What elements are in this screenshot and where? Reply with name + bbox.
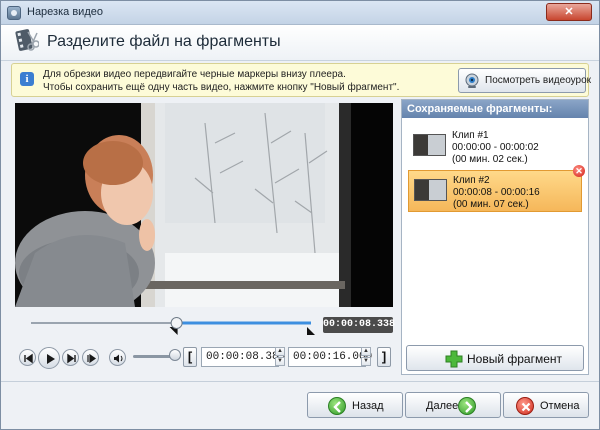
set-end-marker-button[interactable]: ] xyxy=(377,347,391,367)
watch-tutorial-button[interactable]: Посмотреть видеоурок xyxy=(458,68,591,93)
info-icon: i xyxy=(20,72,34,86)
start-time-spinner[interactable]: ▲ ▼ xyxy=(275,347,285,367)
clip-name: Клип #1 xyxy=(452,130,489,141)
delete-clip-icon[interactable]: ✕ xyxy=(573,165,585,177)
skip-forward-button[interactable] xyxy=(62,349,79,366)
end-time-field[interactable]: 00:00:16.000 xyxy=(288,347,372,367)
page-title: Разделите файл на фрагменты xyxy=(47,33,281,50)
film-scissors-icon xyxy=(15,29,39,51)
cancel-button-label: Отмена xyxy=(540,400,580,412)
clip-thumbnail xyxy=(413,134,446,156)
frame-step-button[interactable] xyxy=(82,349,99,366)
frame-step-icon xyxy=(87,353,97,364)
arrow-right-icon xyxy=(458,397,476,415)
close-window-button[interactable]: ✕ xyxy=(546,3,592,21)
skip-back-button[interactable] xyxy=(19,349,36,366)
spinner-up-icon[interactable]: ▲ xyxy=(361,347,371,356)
end-time-spinner[interactable]: ▲ ▼ xyxy=(361,347,371,367)
plus-icon xyxy=(445,350,463,368)
clip-duration: (00 мин. 02 сек.) xyxy=(452,154,528,165)
saved-fragments-panel: Сохраняемые фрагменты: Клип #1 00:00:00 … xyxy=(401,99,589,375)
fragment-list-item-selected[interactable]: Клип #2 00:00:08 - 00:00:16 (00 мин. 07 … xyxy=(408,170,582,212)
play-button[interactable] xyxy=(38,347,60,369)
hint-text-line-1: Для обрезки видео передвигайте черные ма… xyxy=(43,69,346,80)
title-bar: Нарезка видео ✕ xyxy=(1,1,599,25)
fragment-list-item[interactable]: Клип #1 00:00:00 - 00:00:02 (00 мин. 02 … xyxy=(408,126,582,168)
new-fragment-button[interactable]: Новый фрагмент xyxy=(406,345,584,371)
set-start-marker-button[interactable]: [ xyxy=(183,347,197,367)
tutorial-button-label: Посмотреть видеоурок xyxy=(485,75,592,86)
volume-slider-thumb[interactable] xyxy=(169,349,181,361)
hint-box: i Для обрезки видео передвигайте черные … xyxy=(11,63,591,97)
next-button-label: Далее xyxy=(426,400,459,412)
app-window: Нарезка видео ✕ Разделите файл на фрагме… xyxy=(0,0,600,430)
current-time-display: 00:00:08.338 xyxy=(323,317,395,333)
webcam-icon xyxy=(465,73,479,88)
clip-range: 00:00:08 - 00:00:16 xyxy=(453,187,540,198)
cancel-button[interactable]: Отмена xyxy=(503,392,589,418)
volume-button[interactable] xyxy=(109,349,126,366)
clip-range: 00:00:00 - 00:00:02 xyxy=(452,142,539,153)
saved-fragments-header: Сохраняемые фрагменты: xyxy=(402,100,588,118)
skip-back-icon xyxy=(24,353,33,364)
new-fragment-label: Новый фрагмент xyxy=(467,352,563,366)
speaker-icon xyxy=(114,354,123,363)
spinner-down-icon[interactable]: ▼ xyxy=(275,357,285,366)
hint-text-line-2: Чтобы сохранить ещё одну часть видео, на… xyxy=(43,82,400,93)
footer-divider xyxy=(1,381,599,382)
skip-forward-icon xyxy=(67,353,76,364)
arrow-left-icon xyxy=(328,397,346,415)
page-header: Разделите файл на фрагменты xyxy=(1,25,599,61)
back-button-label: Назад xyxy=(352,400,384,412)
window-title: Нарезка видео xyxy=(27,6,103,18)
spinner-down-icon[interactable]: ▼ xyxy=(361,357,371,366)
play-icon xyxy=(47,354,55,364)
clip-thumbnail xyxy=(414,179,447,201)
clip-duration: (00 мин. 07 сек.) xyxy=(453,199,529,210)
video-frame xyxy=(15,103,393,307)
cancel-icon xyxy=(516,397,534,415)
clip-name: Клип #2 xyxy=(453,175,490,186)
video-preview xyxy=(15,103,393,307)
spinner-up-icon[interactable]: ▲ xyxy=(275,347,285,356)
start-time-field[interactable]: 00:00:08.385 xyxy=(201,347,285,367)
back-button[interactable]: Назад xyxy=(307,392,403,418)
next-button[interactable]: Далее xyxy=(405,392,501,418)
app-icon xyxy=(7,6,21,20)
